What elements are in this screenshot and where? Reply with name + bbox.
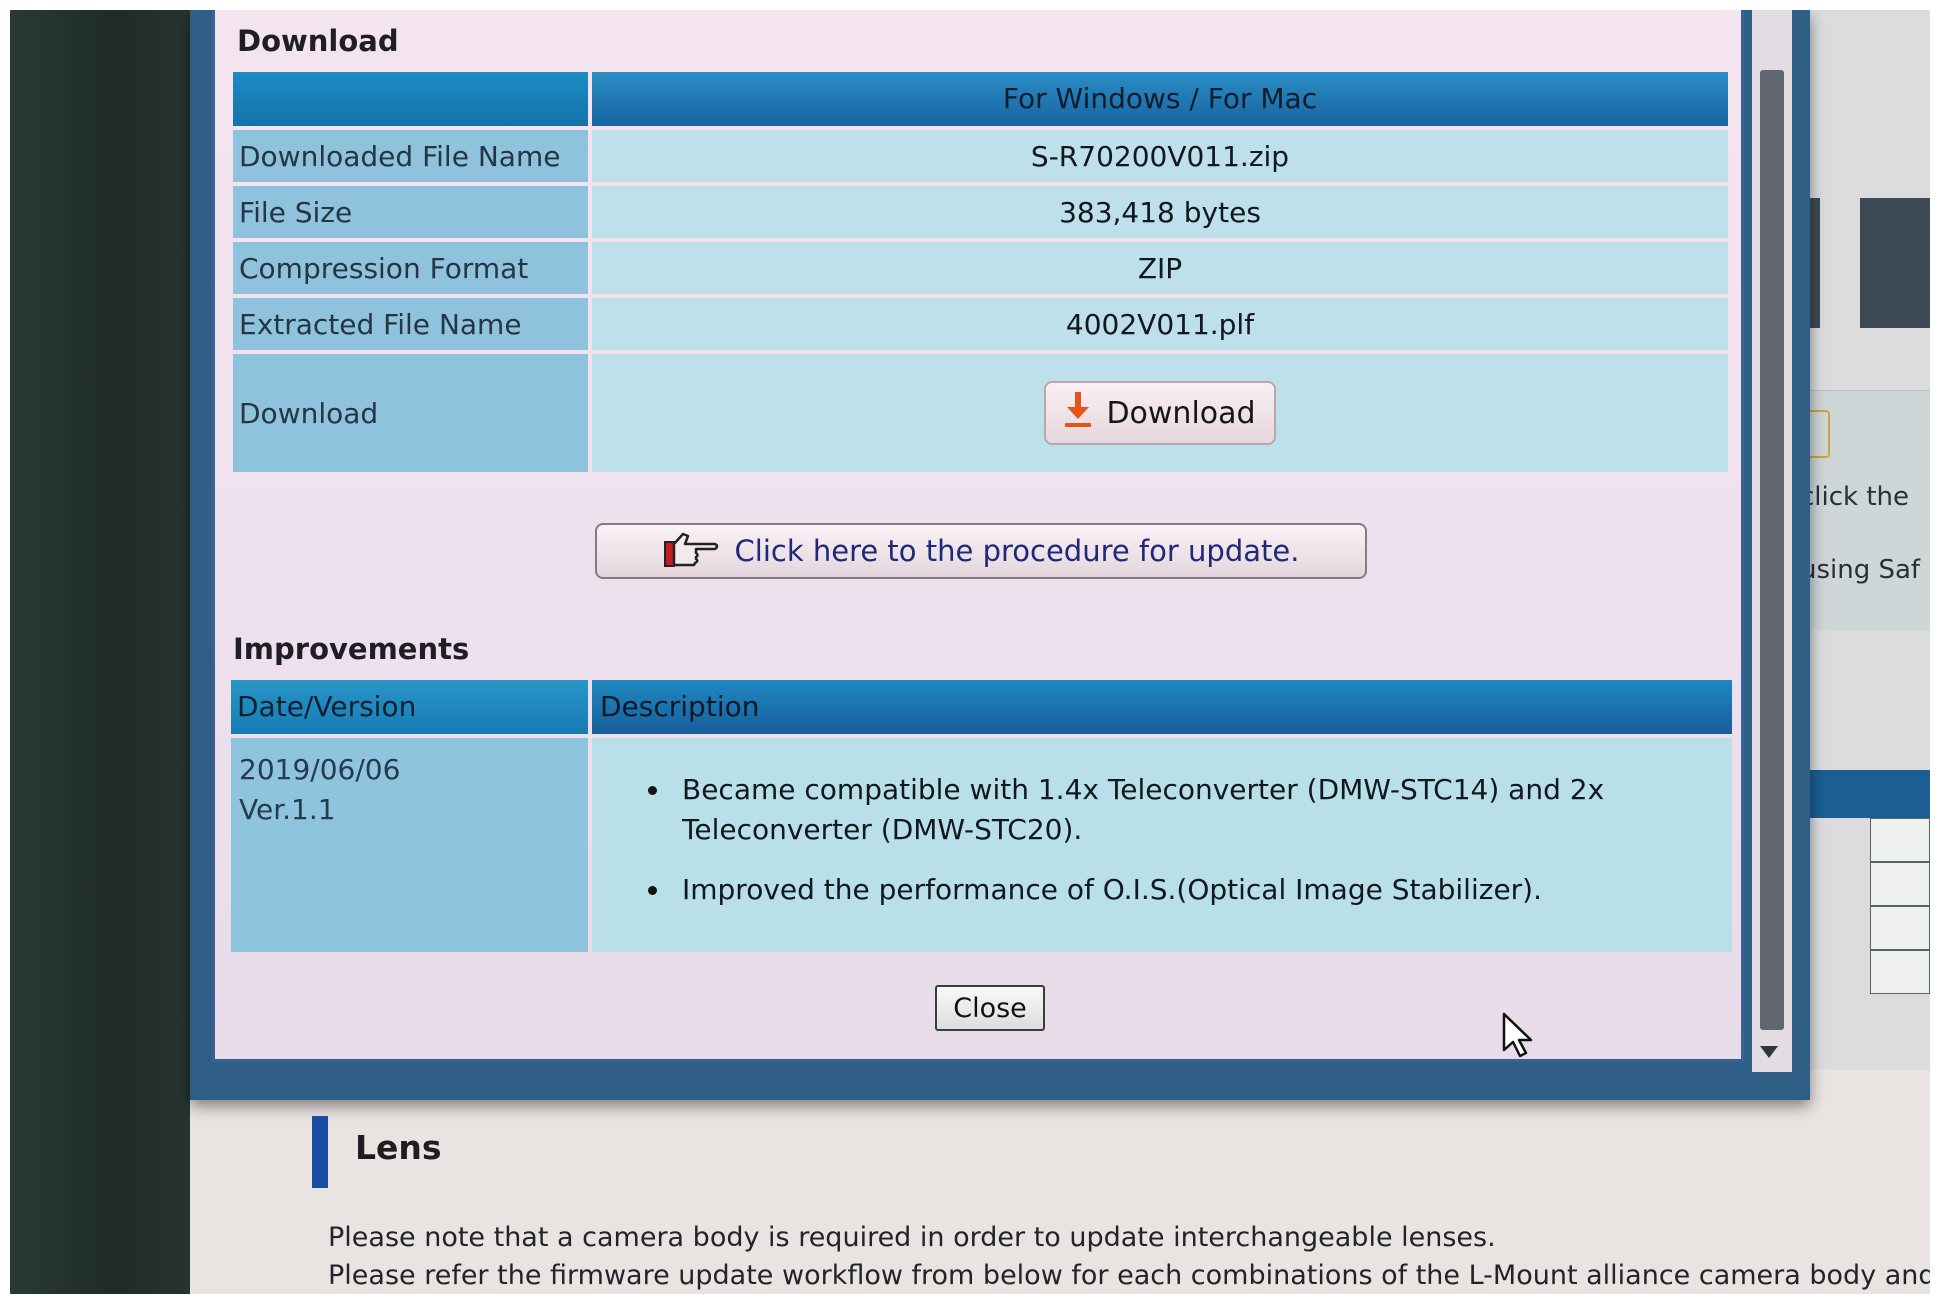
download-section-title: Download bbox=[237, 24, 399, 58]
background-table-header bbox=[1790, 770, 1930, 818]
row-value-download: Download bbox=[592, 354, 1728, 472]
background-table-cell bbox=[1870, 950, 1930, 994]
row-value-file-size: 383,418 bytes bbox=[592, 186, 1728, 238]
monitor-bezel bbox=[10, 10, 190, 1294]
mouse-cursor-icon bbox=[1501, 1012, 1537, 1064]
background-table-cell bbox=[1870, 906, 1930, 950]
scroll-down-arrow-icon[interactable] bbox=[1760, 1046, 1778, 1058]
download-table-header: For Windows / For Mac bbox=[592, 72, 1728, 126]
background-table-cell bbox=[1870, 862, 1930, 906]
background-text: click the bbox=[1800, 482, 1910, 512]
background-page: click the using Saf bbox=[1790, 10, 1930, 1070]
improvements-date-cell: 2019/06/06 Ver.1.1 bbox=[231, 738, 588, 952]
row-value-compression: ZIP bbox=[592, 242, 1728, 294]
update-procedure-button[interactable]: Click here to the procedure for update. bbox=[595, 523, 1367, 579]
row-label-file-name: Downloaded File Name bbox=[233, 130, 588, 182]
lens-note-line1: Please note that a camera body is requir… bbox=[328, 1222, 1496, 1253]
background-card bbox=[1860, 198, 1930, 328]
dialog-content: Download For Windows / For Mac Downloade… bbox=[212, 10, 1744, 1062]
lens-heading-accent bbox=[312, 1116, 328, 1188]
improvements-list: Became compatible with 1.4x Teleconverte… bbox=[642, 770, 1732, 910]
improvement-item: Improved the performance of O.I.S.(Optic… bbox=[642, 870, 1612, 910]
close-button[interactable]: Close bbox=[935, 985, 1045, 1031]
row-label-compression: Compression Format bbox=[233, 242, 588, 294]
release-version: Ver.1.1 bbox=[239, 793, 336, 826]
background-text: using Saf bbox=[1800, 555, 1921, 585]
row-value-extracted-name: 4002V011.plf bbox=[592, 298, 1728, 350]
row-label-extracted-name: Extracted File Name bbox=[233, 298, 588, 350]
dialog-scrollbar[interactable] bbox=[1752, 10, 1792, 1072]
improvements-header-description: Description bbox=[592, 680, 1732, 734]
download-button-label: Download bbox=[1106, 395, 1256, 431]
download-table-corner bbox=[233, 72, 588, 126]
pointing-hand-icon bbox=[663, 528, 721, 575]
scrollbar-thumb[interactable] bbox=[1760, 70, 1784, 1030]
lens-note-line2: Please refer the firmware update workflo… bbox=[328, 1260, 1930, 1291]
row-label-download: Download bbox=[233, 354, 588, 472]
improvements-section-title: Improvements bbox=[233, 632, 470, 666]
download-button[interactable]: Download bbox=[1044, 381, 1276, 445]
release-date: 2019/06/06 bbox=[239, 753, 401, 786]
monitor-photo: click the using Saf Download For Windows… bbox=[10, 10, 1930, 1294]
improvements-description-cell: Became compatible with 1.4x Teleconverte… bbox=[592, 738, 1732, 952]
download-arrow-icon bbox=[1064, 390, 1092, 436]
improvements-header-date: Date/Version bbox=[231, 680, 588, 734]
update-procedure-label: Click here to the procedure for update. bbox=[734, 534, 1300, 568]
firmware-dialog: Download For Windows / For Mac Downloade… bbox=[190, 10, 1810, 1100]
background-table-cell bbox=[1870, 818, 1930, 862]
row-label-file-size: File Size bbox=[233, 186, 588, 238]
row-value-file-name: S-R70200V011.zip bbox=[592, 130, 1728, 182]
improvement-item: Became compatible with 1.4x Teleconverte… bbox=[642, 770, 1612, 850]
lens-section-title: Lens bbox=[355, 1128, 442, 1167]
